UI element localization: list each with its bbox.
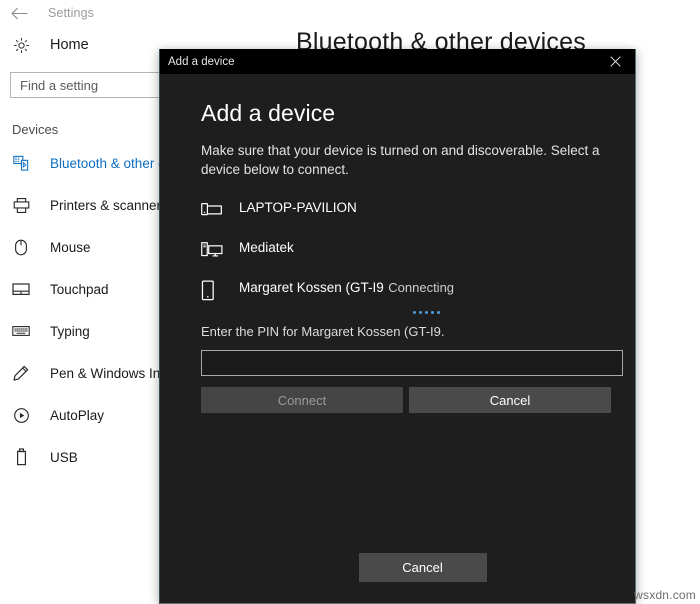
- cancel-button[interactable]: Cancel: [409, 387, 611, 413]
- pin-section: Enter the PIN for Margaret Kossen (GT-I9…: [201, 311, 623, 413]
- footer-cancel-button[interactable]: Cancel: [358, 552, 487, 582]
- close-icon[interactable]: [595, 49, 635, 74]
- pin-input[interactable]: [201, 350, 623, 376]
- bluetooth-devices-icon: [10, 152, 32, 174]
- back-arrow-icon[interactable]: [10, 4, 28, 22]
- mouse-icon: [10, 236, 32, 258]
- device-status: Connecting: [388, 280, 455, 295]
- autoplay-icon: [10, 404, 32, 426]
- phone-icon: [201, 279, 227, 301]
- device-name: Mediatek: [239, 240, 294, 255]
- device-list: LAPTOP-PAVILION Mediatek Margaret Kossen…: [184, 199, 611, 301]
- dialog-action-buttons: Connect Cancel: [201, 387, 611, 413]
- sidebar-item-printers-label: Printers & scanners: [50, 197, 168, 213]
- settings-title-label: Settings: [48, 6, 94, 20]
- sidebar-item-touchpad-label: Touchpad: [50, 281, 109, 297]
- connecting-progress-indicator: [413, 311, 611, 321]
- device-list-item-mediatek[interactable]: Mediatek: [201, 239, 611, 259]
- device-item-text: Mediatek: [239, 239, 294, 257]
- connect-button[interactable]: Connect: [201, 387, 403, 413]
- sidebar-item-mouse-label: Mouse: [50, 239, 91, 255]
- sidebar-item-usb-label: USB: [50, 449, 78, 465]
- add-device-dialog: Add a device Add a device Make sure that…: [159, 49, 636, 604]
- device-item-text: Margaret Kossen (GT-I9 Connecting: [239, 279, 454, 297]
- search-input[interactable]: Find a setting: [10, 72, 162, 98]
- settings-titlebar: Settings: [0, 0, 700, 26]
- sidebar-item-pen-label: Pen & Windows Ink: [50, 365, 168, 381]
- sidebar-item-typing-label: Typing: [50, 323, 90, 339]
- watermark: wsxdn.com: [634, 588, 696, 602]
- dialog-body: Add a device Make sure that your device …: [160, 74, 635, 413]
- device-name: LAPTOP-PAVILION: [239, 200, 357, 215]
- touchpad-icon: [10, 278, 32, 300]
- search-input-placeholder: Find a setting: [20, 77, 99, 93]
- dialog-titlebar-label: Add a device: [168, 55, 235, 68]
- device-name: Margaret Kossen (GT-I9: [239, 280, 384, 295]
- device-list-item-margaret-kossen[interactable]: Margaret Kossen (GT-I9 Connecting: [201, 279, 611, 301]
- pen-icon: [10, 362, 32, 384]
- keyboard-icon: [10, 320, 32, 342]
- printer-icon: [10, 194, 32, 216]
- dialog-footer: Cancel: [160, 531, 635, 603]
- dialog-titlebar: Add a device: [160, 49, 635, 74]
- desktop-pc-icon: [201, 239, 227, 259]
- pin-prompt-label: Enter the PIN for Margaret Kossen (GT-I9…: [201, 324, 445, 339]
- device-list-item-laptop-pavilion[interactable]: LAPTOP-PAVILION: [201, 199, 611, 219]
- dialog-subtext: Make sure that your device is turned on …: [201, 143, 600, 177]
- device-item-text: LAPTOP-PAVILION: [239, 199, 357, 217]
- laptop-phone-icon: [201, 199, 227, 219]
- gear-icon: [10, 34, 32, 56]
- usb-icon: [10, 446, 32, 468]
- sidebar-item-autoplay-label: AutoPlay: [50, 407, 105, 423]
- dialog-heading: Add a device: [201, 100, 336, 126]
- sidebar-item-home-label: Home: [50, 37, 89, 53]
